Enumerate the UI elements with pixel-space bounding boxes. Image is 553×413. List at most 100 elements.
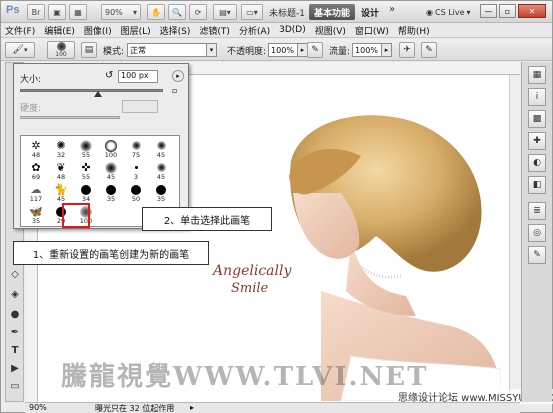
size-slider[interactable] [20, 89, 163, 92]
brush-preset-12[interactable]: ☁ 117 [25, 182, 47, 204]
brush-size-label: 3 [133, 173, 139, 181]
pressure-opacity-icon[interactable]: ✎ [307, 42, 323, 58]
pressure-size-icon[interactable]: ✎ [421, 42, 437, 58]
minimize-button[interactable]: — [480, 4, 497, 18]
info-panel-icon[interactable]: i [528, 88, 546, 106]
eraser-tool-icon[interactable]: ◇ [8, 267, 22, 281]
workspace-more-icon[interactable]: » [389, 4, 395, 15]
brush-size-label: 35 [106, 195, 116, 203]
earring-shape [351, 237, 355, 241]
restore-button[interactable]: ▫ [499, 4, 516, 18]
brush-panel-toggle-icon[interactable]: ▤ [81, 42, 97, 58]
hand-tool-button[interactable]: ✋ [147, 4, 165, 20]
menu-analysis[interactable]: 分析(A) [239, 24, 270, 37]
menu-3d[interactable]: 3D(D) [279, 25, 306, 35]
dodge-tool-icon[interactable]: ● [8, 307, 22, 321]
brush-preset-11[interactable]: 45 [150, 160, 172, 182]
view-extras-button[interactable]: ▦ [69, 4, 87, 20]
brush-preset-8[interactable]: ✜ 55 [75, 160, 97, 182]
history-panel-icon[interactable]: ▦ [528, 66, 546, 84]
bridge-button[interactable]: Br [27, 4, 45, 20]
airbrush-icon[interactable]: ✈ [399, 42, 415, 58]
brush-preset-13[interactable]: 🐈 45 [50, 182, 72, 204]
mode-group: 模式: 正常 ▾ [103, 42, 218, 58]
menu-window[interactable]: 窗口(W) [355, 24, 389, 37]
brush-preset-14[interactable]: 34 [75, 182, 97, 204]
brush-size-label: 35 [156, 195, 166, 203]
brush-size-label: 117 [29, 195, 43, 203]
chevron-down-icon[interactable]: ▾ [207, 43, 218, 57]
brush-preset-2[interactable]: 55 [75, 138, 97, 160]
zoom-tool-button[interactable]: 🔍 [168, 4, 186, 20]
styles-panel-icon[interactable]: ✚ [528, 132, 546, 150]
status-menu-arrow-icon[interactable]: ▸ [190, 403, 194, 412]
mini-bridge-button[interactable]: ▣ [48, 4, 66, 20]
hardness-label: 硬度: [20, 104, 42, 114]
mode-select[interactable]: 正常 [127, 43, 208, 57]
brush-preset-16[interactable]: 50 [125, 182, 147, 204]
flow-input[interactable]: 100% [352, 43, 383, 57]
swatches-panel-icon[interactable]: ▩ [528, 110, 546, 128]
menu-layer[interactable]: 图层(L) [121, 24, 151, 37]
brush-preset-3[interactable]: 100 [100, 138, 122, 160]
selected-brush-highlight [62, 203, 90, 228]
brush-preset-picker-button[interactable]: 100 [47, 41, 75, 59]
brush-size-label: 48 [56, 173, 66, 181]
menu-help[interactable]: 帮助(H) [398, 24, 430, 37]
brush-preset-6[interactable]: ✿ 69 [25, 160, 47, 182]
brush-size-label: 55 [81, 173, 91, 181]
size-slider-thumb[interactable] [94, 91, 102, 97]
brush-preset-0[interactable]: ✲ 48 [25, 138, 47, 160]
brush-preset-9[interactable]: 45 [100, 160, 122, 182]
path-selection-tool-icon[interactable]: ▶ [8, 361, 22, 375]
menu-file[interactable]: 文件(F) [5, 24, 35, 37]
screen-mode-button[interactable]: ▭▾ [241, 4, 263, 20]
cs-live-icon: ◉ [426, 7, 433, 17]
new-preset-icon[interactable]: ▫ [172, 86, 177, 95]
brush-preset-15[interactable]: 35 [100, 182, 122, 204]
paths-panel-icon[interactable]: ✎ [528, 246, 546, 264]
brush-preset-5[interactable]: 45 [150, 138, 172, 160]
menu-edit[interactable]: 编辑(E) [44, 24, 75, 37]
opacity-input[interactable]: 100% [268, 43, 299, 57]
blur-tool-icon[interactable]: ◈ [8, 287, 22, 301]
menu-select[interactable]: 选择(S) [160, 24, 191, 37]
menu-view[interactable]: 视图(V) [315, 24, 346, 37]
size-input[interactable]: 100 px [118, 70, 158, 83]
cs-live-button[interactable]: ◉ CS Live ▾ [426, 4, 476, 20]
brush-preset-7[interactable]: ❦ 48 [50, 160, 72, 182]
brush-preset-1[interactable]: ✺ 32 [50, 138, 72, 160]
brush-preset-17[interactable]: 35 [150, 182, 172, 204]
brush-preset-10[interactable]: 3 [125, 160, 147, 182]
type-tool-icon[interactable]: T [8, 343, 22, 357]
vertical-scrollbar[interactable] [509, 75, 520, 402]
status-zoom[interactable]: 90% [29, 403, 47, 412]
pen-tool-icon[interactable]: ✒ [8, 325, 22, 339]
layers-panel-icon[interactable]: ≣ [528, 202, 546, 220]
rotate-view-button[interactable]: ⟳ [189, 4, 207, 20]
chevron-down-icon: ▾ [466, 7, 471, 17]
picker-menu-arrow-icon[interactable]: ▸ [172, 70, 184, 82]
soft-brush-icon [56, 42, 66, 51]
status-bar: 90% 曝光只在 32 位起作用 ▸ [25, 402, 520, 413]
arrange-documents-button[interactable]: ▤▾ [213, 4, 237, 20]
brush-preset-4[interactable]: 75 [125, 138, 147, 160]
channels-panel-icon[interactable]: ◎ [528, 224, 546, 242]
flow-group: 流量: 100% ▸ [329, 42, 393, 58]
brush-preset-18[interactable]: 🦋 35 [25, 204, 47, 226]
shape-tool-icon[interactable]: ▭ [8, 379, 22, 393]
workspace-essentials-button[interactable]: 基本功能 [309, 4, 355, 20]
menu-image[interactable]: 图像(I) [84, 24, 112, 37]
adjustments-panel-icon[interactable]: ◐ [528, 154, 546, 172]
workspace-design-button[interactable]: 设计 [361, 6, 379, 19]
flow-slider-arrow-icon[interactable]: ▸ [382, 43, 393, 57]
close-button[interactable]: ✕ [518, 4, 546, 18]
tool-preset-picker[interactable]: 🖌 ▾ [5, 42, 35, 58]
brush-size-label: 50 [131, 195, 141, 203]
masks-panel-icon[interactable]: ◧ [528, 176, 546, 194]
menu-filter[interactable]: 滤镜(T) [199, 24, 230, 37]
options-bar: 🖌 ▾ 100 ▤ 模式: 正常 ▾ 不透明度: 100% ▸ ✎ 流量: 100… [1, 39, 552, 61]
zoom-level-dropdown[interactable]: 90% ▾ [101, 4, 141, 20]
brush-size-label: 45 [156, 173, 166, 181]
reset-size-icon[interactable]: ↺ [105, 70, 113, 81]
